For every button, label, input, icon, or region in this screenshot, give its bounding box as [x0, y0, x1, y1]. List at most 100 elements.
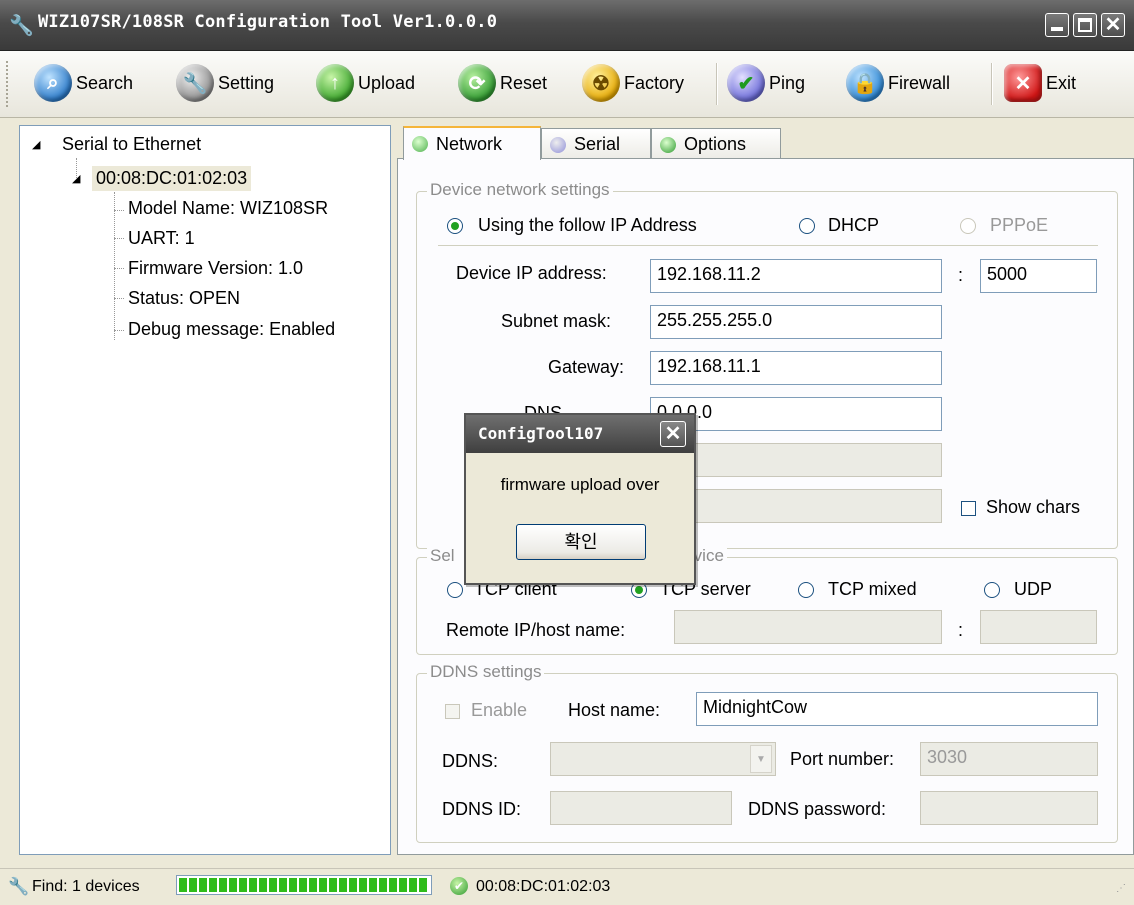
maximize-button[interactable]	[1073, 13, 1097, 37]
gateway-input[interactable]: 192.168.11.1	[650, 351, 942, 385]
ddns-id-label: DDNS ID:	[442, 799, 522, 819]
show-chars-label[interactable]: Show chars	[986, 497, 1080, 518]
ddns-password-label: DDNS password:	[748, 799, 887, 819]
factory-label: Factory	[624, 72, 685, 93]
tree-item-status[interactable]: Status: OPEN	[128, 288, 240, 309]
tree-root[interactable]: Serial to Ethernet	[62, 134, 201, 155]
subnet-mask-input[interactable]: 255.255.255.0	[650, 305, 942, 339]
ddns-port-input: 3030	[920, 742, 1098, 776]
tree-item-model[interactable]: Model Name: WIZ108SR	[128, 198, 328, 219]
options-tab-icon	[660, 136, 676, 153]
tab-serial[interactable]: Serial	[541, 128, 651, 160]
ddns-enable-checkbox	[445, 704, 460, 719]
reset-arrows-icon: ⟳	[458, 64, 496, 102]
gateway-label: Gateway:	[548, 357, 625, 377]
dialog-title-bar: ConfigTool107 ✕	[466, 415, 694, 453]
app-wrench-icon: 🔧	[9, 15, 34, 37]
ddns-port-label: Port number:	[790, 749, 895, 769]
ip-address-label: Device IP address:	[456, 263, 607, 283]
radio-static-ip[interactable]	[447, 218, 463, 234]
remote-port-input	[980, 610, 1097, 644]
collapse-triangle-icon[interactable]: ◢	[72, 172, 80, 185]
toolbar: ⌕ Search 🔧 Setting ↑ Upload ⟳ Reset ☢ Fa…	[0, 51, 1134, 118]
status-check-icon: ✔	[450, 877, 468, 895]
tree-item-uart[interactable]: UART: 1	[128, 228, 195, 249]
port-input[interactable]: 5000	[980, 259, 1097, 293]
tab-network-label: Network	[436, 133, 503, 154]
radio-dhcp-label[interactable]: DHCP	[828, 215, 879, 236]
ddns-id-input	[550, 791, 732, 825]
setting-button[interactable]: 🔧 Setting	[176, 59, 274, 107]
radio-dhcp[interactable]	[799, 218, 815, 234]
firewall-label: Firewall	[888, 72, 951, 93]
radio-pppoe-label: PPPoE	[990, 215, 1049, 235]
status-bar: 🔧 Find: 1 devices ✔ 00:08:DC:01:02:03 ⋰	[0, 868, 1134, 905]
divider	[438, 245, 1098, 246]
resize-grip-icon[interactable]: ⋰	[1116, 883, 1126, 894]
factory-button[interactable]: ☢ Factory	[582, 59, 684, 107]
search-progress-bar	[176, 875, 432, 895]
exit-label: Exit	[1046, 72, 1077, 93]
upload-button[interactable]: ↑ Upload	[316, 59, 415, 107]
search-button[interactable]: ⌕ Search	[34, 59, 133, 107]
tree-connector	[114, 192, 115, 340]
title-bar: 🔧 WIZ107SR/108SR Configuration Tool Ver1…	[0, 0, 1134, 51]
network-tab-icon	[412, 136, 428, 152]
remote-port-colon: :	[958, 620, 964, 640]
tab-options[interactable]: Options	[651, 128, 781, 160]
radio-tcp-mixed-label[interactable]: TCP mixed	[828, 579, 917, 600]
tree-connector	[114, 268, 124, 269]
tree-connector	[114, 210, 124, 211]
tree-device-node[interactable]: 00:08:DC:01:02:03	[92, 166, 252, 191]
ddns-password-input	[920, 791, 1098, 825]
radio-static-ip-label[interactable]: Using the follow IP Address	[478, 215, 697, 236]
search-label: Search	[76, 72, 134, 93]
tab-options-label: Options	[684, 134, 747, 154]
dialog-title: ConfigTool107	[478, 424, 604, 443]
device-count-text: Find: 1 devices	[32, 878, 140, 895]
tree-item-debug[interactable]: Debug message: Enabled	[128, 319, 335, 340]
dialog-ok-button[interactable]: 확인	[516, 524, 646, 560]
tab-serial-label: Serial	[574, 134, 621, 154]
radio-pppoe	[960, 218, 976, 234]
port-colon: :	[958, 265, 964, 285]
tree-connector	[114, 330, 124, 331]
remote-host-input	[674, 610, 942, 644]
minimize-button[interactable]	[1045, 13, 1069, 37]
subnet-mask-label: Subnet mask:	[501, 311, 612, 331]
ddns-enable-label: Enable	[471, 700, 528, 720]
serial-tab-icon	[550, 136, 566, 153]
remote-host-label: Remote IP/host name:	[446, 620, 626, 640]
progress-fill	[179, 878, 429, 892]
dialog-close-button[interactable]: ✕	[660, 421, 686, 447]
radio-tcp-mixed[interactable]	[798, 582, 814, 598]
radiation-icon: ☢	[582, 64, 620, 102]
wrench-icon: 🔧	[176, 64, 214, 102]
ddns-settings-title: DDNS settings	[427, 662, 545, 682]
tab-network[interactable]: Network	[403, 126, 541, 160]
device-tree[interactable]: ◢ Serial to Ethernet ◢ 00:08:DC:01:02:03…	[19, 125, 391, 855]
firewall-button[interactable]: 🔒 Firewall	[846, 59, 950, 107]
chevron-down-icon: ▼	[750, 745, 772, 773]
tree-connector	[114, 298, 124, 299]
status-device-mac: 00:08:DC:01:02:03	[476, 878, 611, 895]
check-icon: ✔	[727, 64, 765, 102]
toolbar-separator	[716, 63, 718, 105]
tree-connector	[114, 238, 124, 239]
radio-udp-label[interactable]: UDP	[1014, 579, 1052, 600]
radio-udp[interactable]	[984, 582, 1000, 598]
exit-x-icon: ✕	[1004, 64, 1042, 102]
exit-button[interactable]: ✕ Exit	[1004, 59, 1076, 107]
ping-button[interactable]: ✔ Ping	[727, 59, 805, 107]
dialog-message: firmware upload over	[500, 475, 660, 494]
ping-label: Ping	[769, 72, 806, 93]
reset-button[interactable]: ⟳ Reset	[458, 59, 547, 107]
collapse-triangle-icon[interactable]: ◢	[32, 138, 40, 151]
radio-tcp-client[interactable]	[447, 582, 463, 598]
ip-address-input[interactable]: 192.168.11.2	[650, 259, 942, 293]
wrench-icon: 🔧	[8, 877, 30, 896]
tree-item-firmware[interactable]: Firmware Version: 1.0	[128, 258, 303, 279]
ddns-host-input[interactable]: MidnightCow	[696, 692, 1098, 726]
close-button[interactable]: ✕	[1101, 13, 1125, 37]
show-chars-checkbox[interactable]	[961, 501, 976, 516]
